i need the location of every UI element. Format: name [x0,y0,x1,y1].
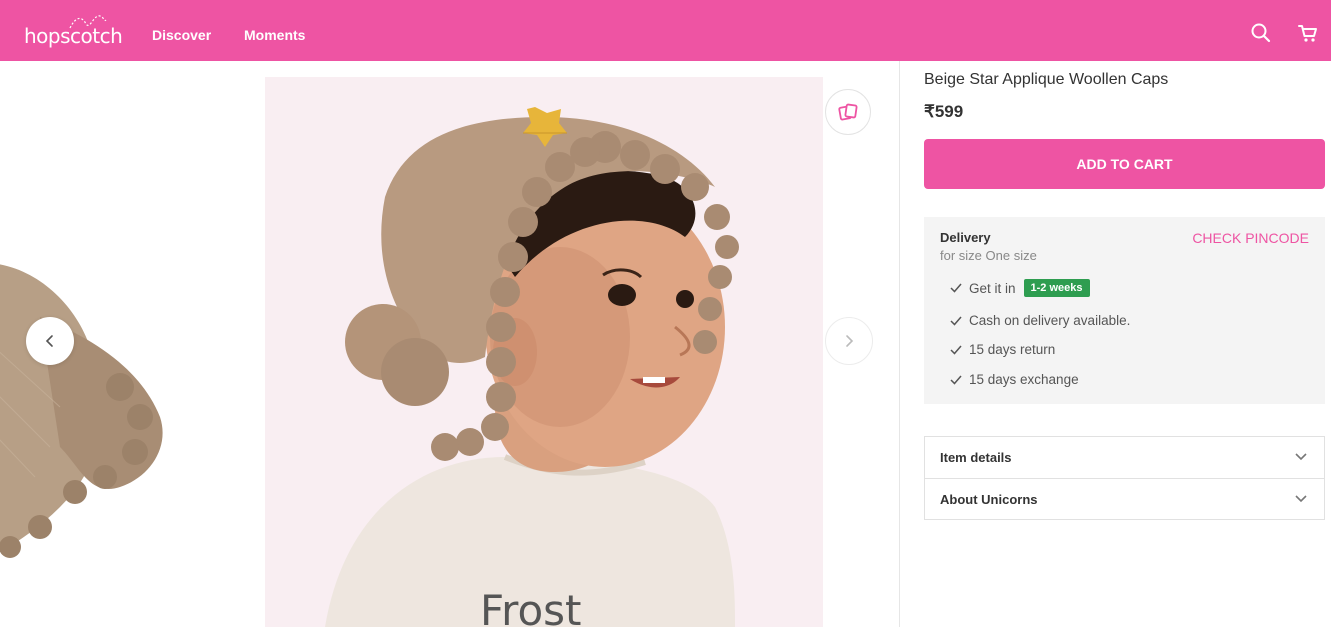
logo-swirl-icon [69,15,107,29]
get-it-in-label: Get it in [969,280,1016,296]
add-to-cart-button[interactable]: ADD TO CART [924,139,1325,189]
check-icon [950,375,962,385]
nav-discover[interactable]: Discover [152,27,211,43]
chevron-left-icon [45,335,53,347]
product-title: Beige Star Applique Woollen Caps [924,71,1169,88]
similar-products-icon [838,103,858,121]
product-accordion: Item details About Unicorns [924,436,1325,520]
product-price: ₹599 [924,102,964,121]
cart-icon[interactable] [1297,22,1319,44]
baby-wearing-woollen-cap-photo: Frost [265,77,823,627]
hopscotch-logo[interactable]: hopscotch [24,12,123,52]
delivery-info-box: Delivery for size One size CHECK PINCODE… [924,217,1325,404]
top-navbar: hopscotch Discover Moments [0,0,1331,61]
nav-moments[interactable]: Moments [244,27,305,43]
check-icon [950,283,962,293]
previous-product-image[interactable] [0,247,170,587]
previous-image-button[interactable] [26,317,74,365]
check-pincode-link[interactable]: CHECK PINCODE [1192,230,1309,246]
accordion-item-details[interactable]: Item details [925,437,1324,478]
delivery-eta-row: Get it in 1-2 weeks [950,279,1090,297]
cod-row: Cash on delivery available. [950,313,1130,328]
panel-divider [899,61,900,627]
return-row: 15 days return [950,342,1055,357]
exchange-label: 15 days exchange [969,372,1079,387]
delivery-size-note: for size One size [940,248,1037,263]
delivery-title: Delivery [940,230,991,245]
check-icon [950,345,962,355]
sweater-text: Frost [480,586,582,627]
exchange-row: 15 days exchange [950,372,1079,387]
similar-products-button[interactable] [825,89,871,135]
chevron-right-icon [846,335,854,347]
cod-label: Cash on delivery available. [969,313,1131,328]
next-image-button[interactable] [825,317,873,365]
accordion-about-brand[interactable]: About Unicorns [925,478,1324,519]
item-details-label: Item details [940,450,1012,465]
about-brand-label: About Unicorns [940,491,1038,507]
main-product-image[interactable]: Frost [265,77,823,627]
check-icon [950,316,962,326]
product-gallery: Frost [0,61,899,627]
chevron-down-icon [1295,495,1307,503]
chevron-down-icon [1295,453,1307,461]
return-label: 15 days return [969,342,1056,357]
eta-badge: 1-2 weeks [1023,279,1090,297]
search-icon[interactable] [1250,22,1272,44]
